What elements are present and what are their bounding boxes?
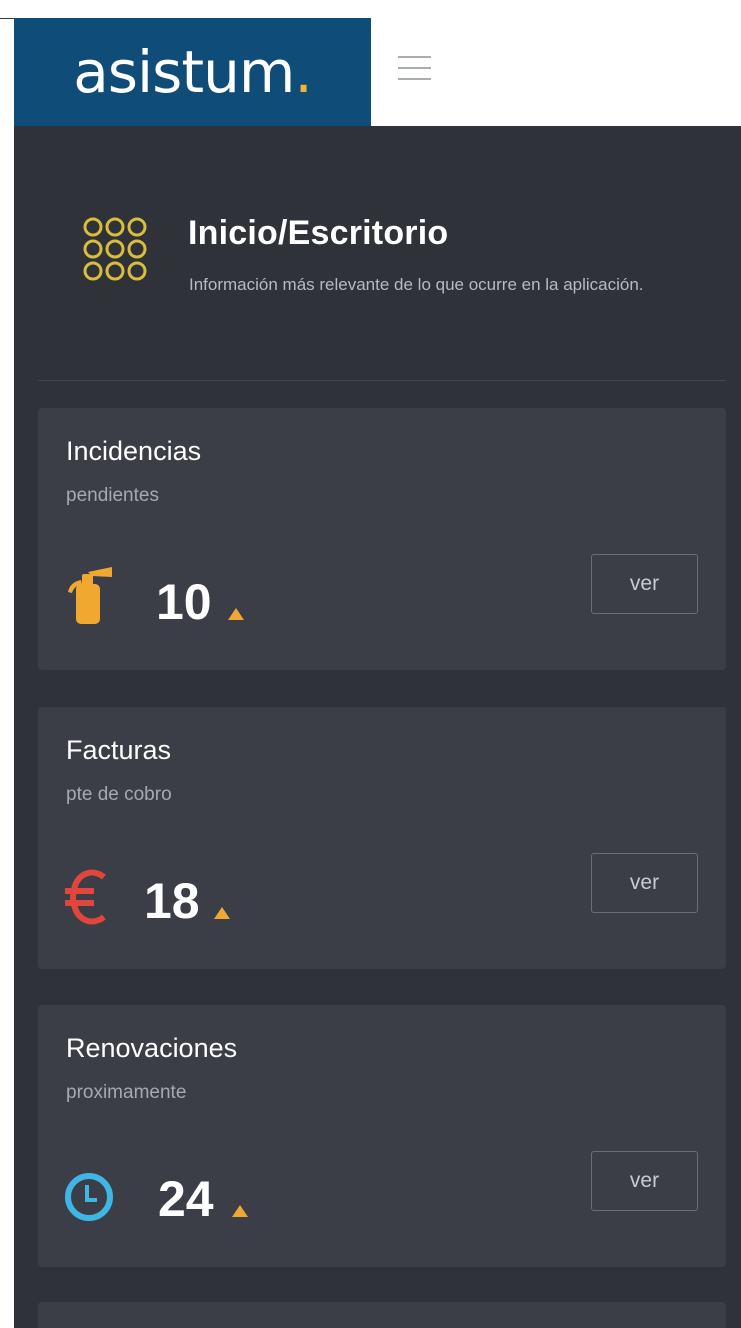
top-bar: asistum. (14, 18, 741, 126)
ver-button[interactable]: ver (591, 853, 698, 913)
trend-up-icon (232, 1205, 248, 1217)
page-header: Inicio/Escritorio Información más releva… (38, 126, 726, 381)
card-partial (38, 1302, 726, 1328)
card-facturas: Facturas pte de cobro 18 ver (38, 707, 726, 969)
euro-icon (65, 869, 106, 925)
card-value: 24 (158, 1171, 214, 1227)
card-value: 18 (144, 873, 200, 929)
trend-up-icon (228, 608, 244, 620)
card-title: Facturas (66, 735, 172, 765)
clock-icon (65, 1173, 113, 1221)
brand-dot: . (294, 38, 312, 106)
app-frame: asistum. Inicio/Escritorio Información m… (14, 18, 741, 1328)
page-subtitle: Información más relevante de lo que ocur… (189, 275, 644, 294)
hamburger-icon[interactable] (398, 56, 431, 80)
fire-extinguisher-icon (68, 567, 112, 624)
card-incidencias: Incidencias pendientes 10 ver (38, 408, 726, 670)
grid-dots-icon (83, 217, 147, 281)
ver-button[interactable]: ver (591, 554, 698, 614)
card-subtitle: pte de cobro (66, 784, 172, 805)
card-title: Renovaciones (66, 1033, 238, 1063)
page-title: Inicio/Escritorio (188, 214, 449, 252)
card-renovaciones: Renovaciones proximamente 24 ver (38, 1005, 726, 1267)
trend-up-icon (214, 907, 230, 919)
card-title: Incidencias (66, 436, 202, 466)
brand-text: asistum (73, 38, 295, 106)
card-value: 10 (156, 574, 212, 630)
brand-logo[interactable]: asistum. (14, 18, 371, 126)
card-subtitle: pendientes (66, 485, 159, 506)
card-subtitle: proximamente (66, 1082, 187, 1103)
ver-button[interactable]: ver (591, 1151, 698, 1211)
